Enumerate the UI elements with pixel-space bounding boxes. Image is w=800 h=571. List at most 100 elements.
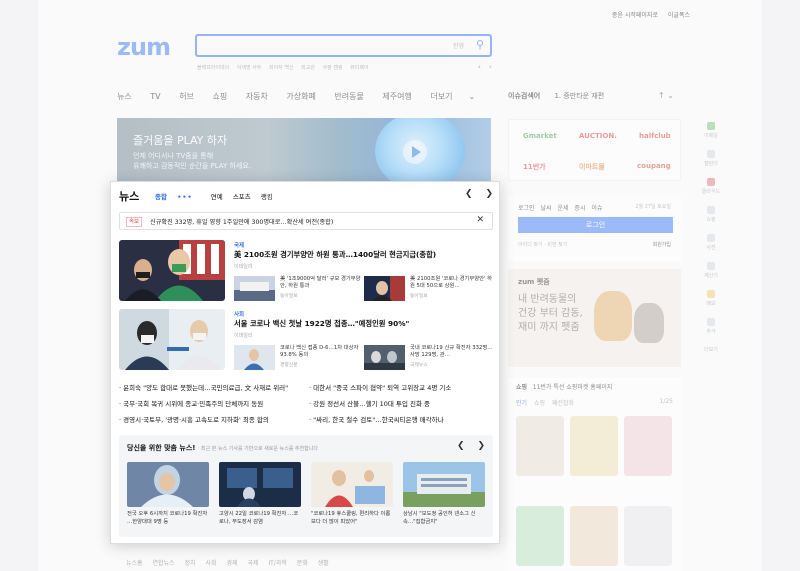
rail-item[interactable]: 쇼핑 — [700, 206, 722, 234]
recommended-card[interactable]: 상남시 "모도정 공인허 넨소그 신속…"집합금지" — [403, 462, 485, 526]
list-item[interactable]: · 대한서 "중국 스파이 협약" 퇴역 고위장교 4명 기소 — [309, 382, 451, 392]
keyword[interactable]: 쿠팡 캠핑 — [323, 65, 343, 71]
tab-login[interactable]: 로그인 — [518, 205, 535, 212]
story-headline[interactable]: 美 2100조원 경기부양안 하원 통과…1400달러 현금지급(종합) — [234, 250, 436, 260]
story-photo[interactable] — [119, 240, 225, 301]
gmarket-logo[interactable]: Gmarket — [523, 132, 557, 140]
list-item[interactable]: · "싸리, 한국 철수 검토"…한국씨티은행 매각하나 — [309, 414, 444, 424]
chevron-down-icon[interactable]: ⌄ — [468, 92, 475, 101]
tab-general[interactable]: 종합 ••• — [155, 193, 201, 201]
keyword[interactable]: 뷰티페어 — [350, 65, 368, 71]
product-image[interactable] — [516, 416, 564, 476]
menu-item-pets[interactable]: 반려동물 — [334, 92, 363, 101]
play-icon[interactable] — [403, 140, 427, 164]
rail-item[interactable]: 추가 — [700, 318, 722, 346]
rail-item[interactable]: 캘린더 — [700, 150, 722, 178]
list-item[interactable]: · 윤희숙 "양도 합대로 못했는데…국민의료급, 文 사재로 위러" — [119, 382, 288, 392]
rail-item[interactable]: 클라우드 — [700, 178, 722, 206]
list-item[interactable]: · 경영시·국토부, '광명·시흥 고속도로 지하화' 최종 합의 — [119, 414, 269, 424]
subnav-item[interactable]: 문화 — [297, 560, 308, 567]
subnav-item[interactable]: 경제 — [226, 560, 237, 567]
tab-issue[interactable]: 이슈 — [591, 205, 602, 212]
zum-logo[interactable]: zum — [117, 33, 171, 61]
find-account-link[interactable]: 아이디 찾기 · 비번 찾기 — [518, 241, 567, 248]
tv-banner[interactable]: 즐거움을 PLAY 하자 언제 어디서나 TV줌을 통해 유쾌하고 감동적인 순… — [117, 118, 491, 182]
rail-item[interactable]: 메모 — [700, 290, 722, 318]
sub-story[interactable]: 美 2100조원 '코로나 경기부양안' 하원 5대 50으로 상원… 동아일보 — [364, 276, 494, 304]
menu-item-hub[interactable]: 허브 — [179, 92, 194, 101]
product-image[interactable] — [516, 506, 564, 566]
sub-story[interactable]: 국내 코로나19 신규 확진자 332명…사망 129명, 관… 국제뉴스 — [364, 345, 494, 373]
rail-item[interactable]: 더보기 — [700, 346, 722, 374]
menu-item-tv[interactable]: TV — [150, 92, 160, 101]
menu-item-crypto[interactable]: 가상화폐 — [286, 92, 315, 101]
keyword[interactable]: 화이자 백신 — [269, 65, 294, 71]
subnav-item[interactable]: 정치 — [185, 560, 196, 567]
tab-stocks[interactable]: 증시 — [574, 205, 585, 212]
subnav-item[interactable]: IT/과학 — [268, 560, 287, 567]
arrow-up-icon[interactable]: ↑ — [658, 91, 665, 100]
story-photo[interactable] — [119, 309, 225, 370]
rail-item[interactable]: 계산기 — [700, 262, 722, 290]
breaking-news[interactable]: 속보 신규확진 332명, 휴일 영향 1주일만에 300명대로…확산세 여전(… — [119, 212, 493, 230]
auction-logo[interactable]: AUCTION. — [579, 132, 617, 140]
whale-link[interactable]: 이글폭스 — [668, 12, 690, 19]
coupang-logo[interactable]: coupang — [637, 162, 671, 170]
tab-ranking[interactable]: 랭킹 — [261, 193, 273, 201]
menu-item-news[interactable]: 뉴스 — [117, 92, 132, 101]
menu-item-car[interactable]: 자동차 — [246, 92, 268, 101]
chevron-right-icon[interactable]: › — [489, 63, 492, 71]
search-icon[interactable]: ⚲ — [476, 38, 484, 51]
chevron-left-icon[interactable]: ❮ — [465, 189, 473, 199]
halfclub-logo[interactable]: halfclub — [639, 132, 671, 140]
join-link[interactable]: 회원가입 — [653, 241, 671, 248]
set-homepage-link[interactable]: 종윤 시작페이지로 — [612, 12, 658, 19]
chevron-left-icon[interactable]: ❮ — [457, 441, 465, 451]
subnav-item[interactable]: 사회 — [205, 560, 216, 567]
emart-logo[interactable]: 이마트몰 — [579, 162, 605, 172]
login-button[interactable]: 로그인 — [518, 217, 673, 233]
keyboard-icon[interactable]: 한영 — [453, 41, 464, 50]
rail-item[interactable]: 사전 — [700, 234, 722, 262]
breaking-text[interactable]: 신규확진 332명, 휴일 영향 1주일만에 300명대로…확산세 여전(종합) — [150, 217, 333, 226]
product-image[interactable] — [624, 506, 672, 566]
chevron-right-icon[interactable]: ❯ — [485, 189, 493, 199]
sub-story[interactable]: 美 '1조9000억 달러' 규모 경기부양안, 하원 통과 동아일보 — [234, 276, 364, 304]
shop-tab[interactable]: 인기 — [516, 400, 527, 407]
subnav-item[interactable]: 국제 — [247, 560, 258, 567]
keyword[interactable]: 블랙프라이데이 — [197, 65, 229, 71]
keyword[interactable]: 이재명 서부 — [237, 65, 262, 71]
tab-fortune[interactable]: 운세 — [557, 205, 568, 212]
rail-item[interactable]: 이메일 — [700, 122, 722, 150]
list-item[interactable]: · 강원 정선서 산불…헬기 10대 투입 진화 중 — [309, 398, 430, 408]
recommended-card[interactable]: 전국 오후 6시까지 코로나19 확진자 …한양대대 9명 등 — [127, 462, 209, 526]
keyword[interactable]: 외교관 — [301, 65, 315, 71]
recommended-card[interactable]: "코로나19 휴스쿨링, 편리하다 이롭 보다 더 많이 피았어" — [311, 462, 393, 526]
close-icon[interactable]: ✕ — [476, 215, 484, 225]
shop-tab[interactable]: 패션잡화 — [552, 400, 574, 407]
subnav-item[interactable]: 생활 — [318, 560, 329, 567]
search-box[interactable]: 한영 ⚲ — [195, 34, 492, 57]
menu-item-shopping[interactable]: 쇼핑 — [212, 92, 227, 101]
chevron-down-icon[interactable]: ⌄ — [667, 91, 674, 100]
chevron-left-icon[interactable]: ‹ — [478, 63, 481, 71]
menu-item-more[interactable]: 더보기 — [430, 92, 452, 101]
chevron-right-icon[interactable]: ❯ — [477, 441, 485, 451]
story-headline[interactable]: 서울 코로나 백신 첫날 1922명 접종…"예정인원 90%" — [234, 319, 409, 329]
tab-sports[interactable]: 스포츠 — [233, 193, 251, 201]
tab-entertainment[interactable]: 연예 — [211, 193, 223, 201]
issue-keyword[interactable]: 이슈검색어 1. 중만타운 재편 — [508, 91, 604, 101]
subnav-item[interactable]: 연합뉴스 — [152, 560, 174, 567]
issue-term[interactable]: 중만타운 재편 — [563, 92, 604, 100]
pet-banner[interactable]: zum 펫줌 내 반려동물의 건강 부터 감동, 재미 까지 펫줌 — [508, 269, 681, 367]
menu-item-jeju[interactable]: 제주여행 — [382, 92, 411, 101]
subnav-item[interactable]: 뉴스홈 — [126, 560, 143, 567]
recommended-card[interactable]: 고양시 22일 코로나19 확진자 …코로나, 무도장서 감염 — [219, 462, 301, 526]
product-image[interactable] — [624, 416, 672, 476]
list-item[interactable]: · 국무·국회 복귀 시위에 종교·민족주의 단체까지 동원 — [119, 398, 263, 408]
11st-logo[interactable]: 11번가 — [523, 162, 546, 172]
sub-story[interactable]: 코로나 백신 접종 D-6…1차 대상자 93.8% 동의 경향신문 — [234, 345, 364, 373]
tab-weather[interactable]: 날씨 — [540, 205, 551, 212]
product-image[interactable] — [570, 506, 618, 566]
shop-tab[interactable]: 쇼핑 — [534, 400, 545, 407]
